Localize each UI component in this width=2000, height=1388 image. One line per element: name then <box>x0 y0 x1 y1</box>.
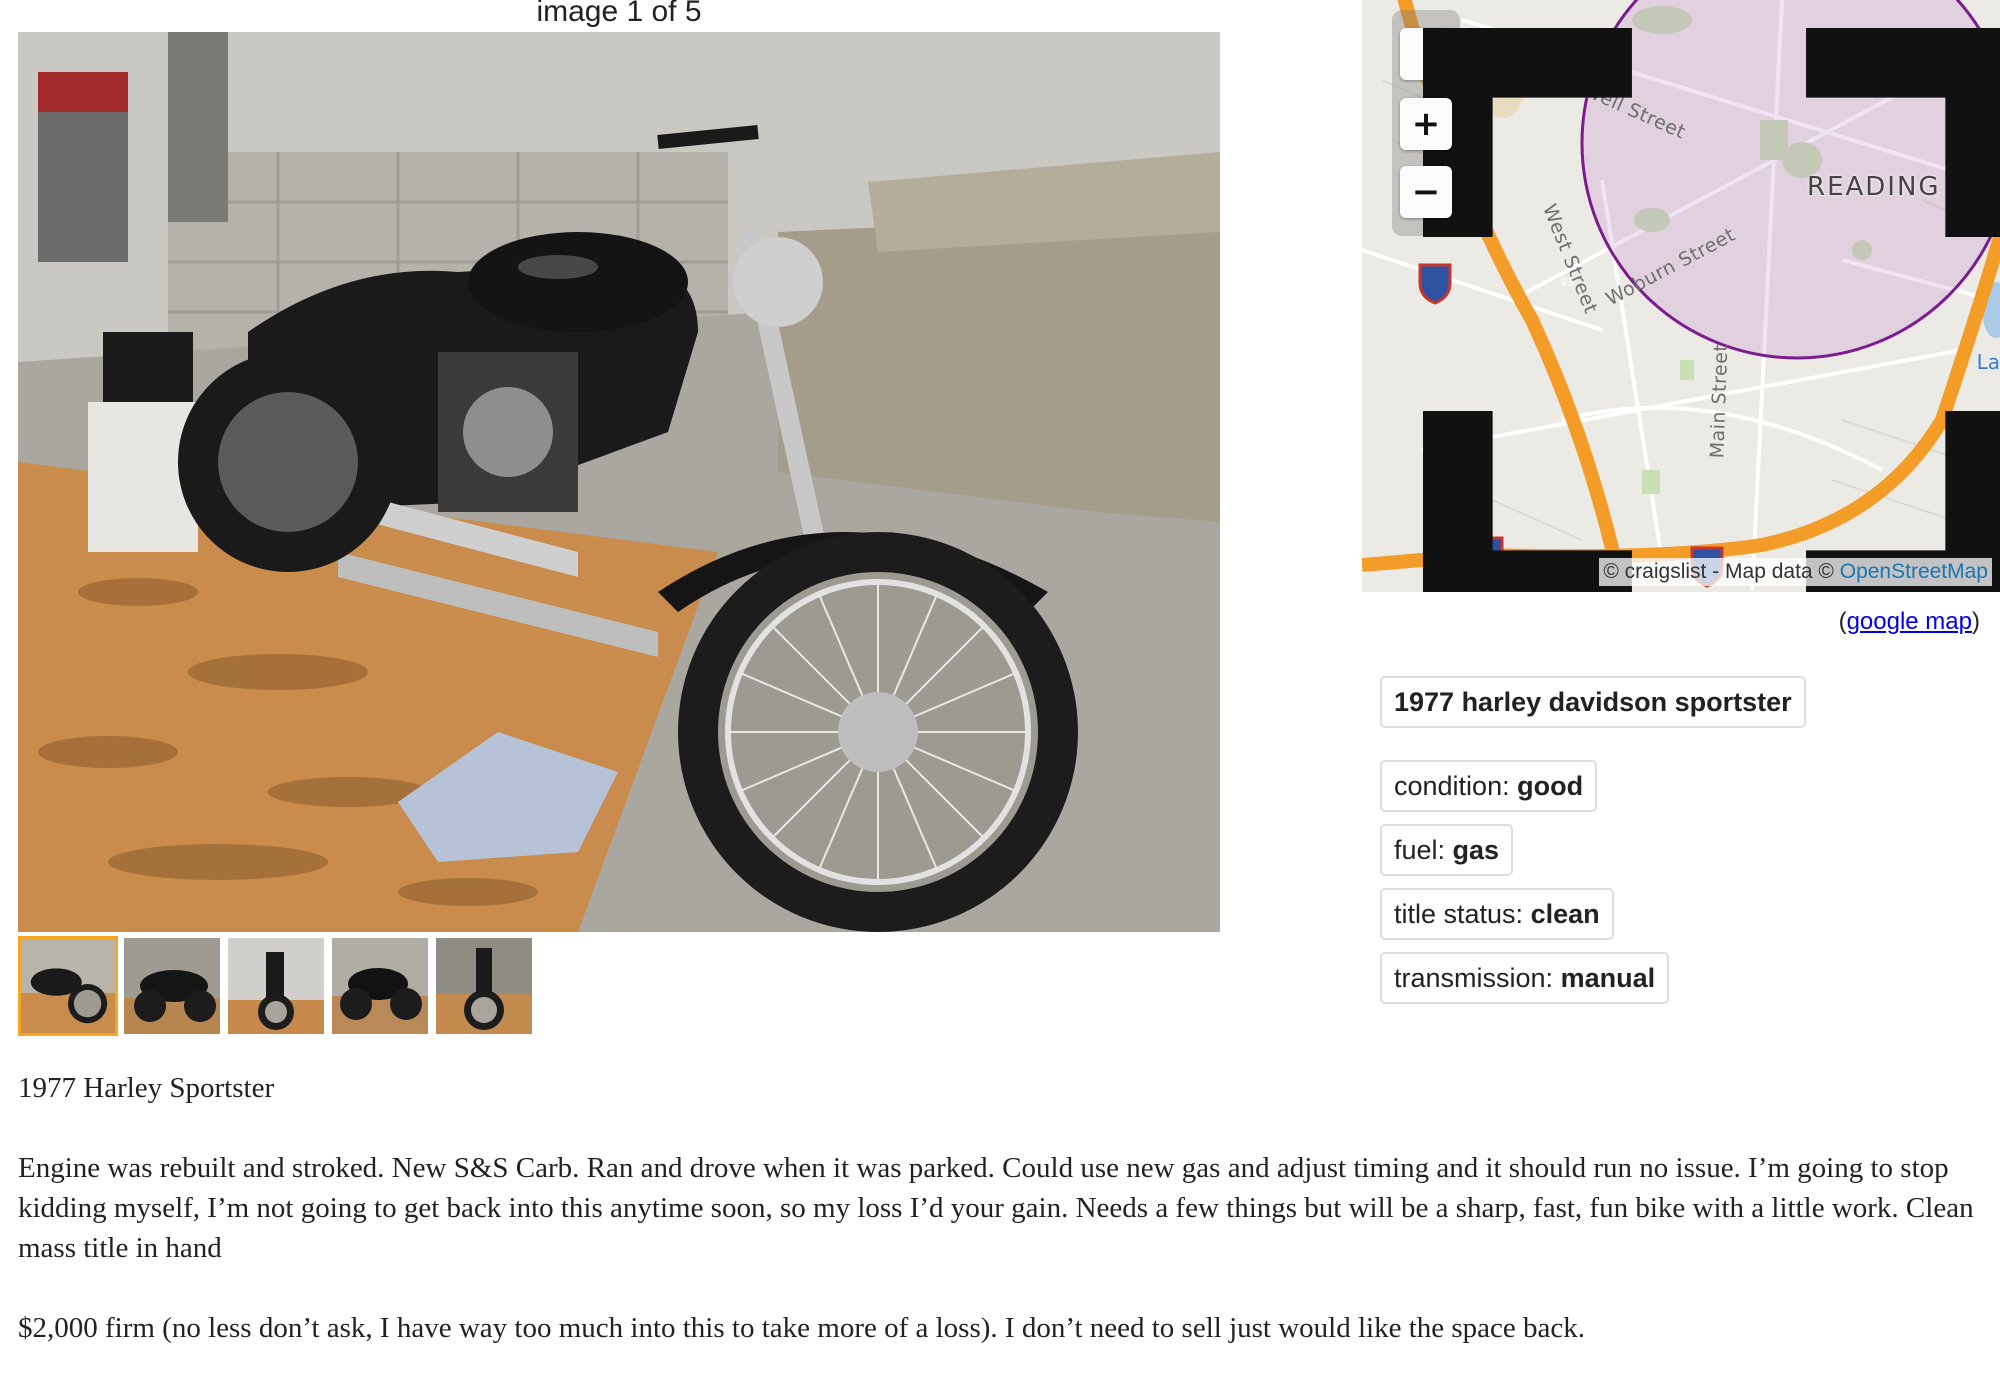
thumbnail-3[interactable] <box>226 936 326 1036</box>
thumbnail-1[interactable] <box>18 936 118 1036</box>
motorcycle-photo <box>18 32 1220 932</box>
posting-heading: 1977 Harley Sportster <box>18 1072 275 1104</box>
google-map-link[interactable]: google map <box>1847 608 1972 635</box>
main-listing-photo[interactable] <box>18 32 1220 932</box>
listing-title-attribute: 1977 harley davidson sportster <box>1380 676 1806 728</box>
zoom-in-button[interactable]: + <box>1400 98 1452 150</box>
fuel-attribute: fuel: gas <box>1380 824 1514 876</box>
thumbnail-2[interactable] <box>122 936 222 1036</box>
posting-body: 1977 Harley Sportster Engine was rebuilt… <box>18 1068 1978 1388</box>
google-map-link-wrapper: (google map) <box>1838 608 1980 635</box>
openstreetmap-link[interactable]: OpenStreetMap <box>1840 560 1988 583</box>
thumbnail-5[interactable] <box>434 936 534 1036</box>
location-map[interactable]: 93 95 95 Lowell Street Woburn Street Wes… <box>1362 0 2000 592</box>
transmission-attribute: transmission: manual <box>1380 952 1670 1004</box>
minus-icon: − <box>1411 172 1441 212</box>
map-controls: + − <box>1392 10 2000 592</box>
condition-attribute: condition: good <box>1380 760 1598 812</box>
fullscreen-icon <box>1423 28 2000 592</box>
thumbnail-strip <box>18 936 534 1036</box>
posting-paragraph-2: $2,000 firm (no less don’t ask, I have w… <box>18 1312 1586 1344</box>
title-status-attribute: title status: clean <box>1380 888 1614 940</box>
thumbnail-4[interactable] <box>330 936 430 1036</box>
plus-icon: + <box>1411 104 1441 144</box>
fullscreen-button[interactable] <box>1400 28 2000 592</box>
image-counter: image 1 of 5 <box>536 0 702 28</box>
zoom-out-button[interactable]: − <box>1400 166 1452 218</box>
map-attribution: © craigslist - Map data © OpenStreetMap <box>1599 558 1992 586</box>
posting-paragraph-1: Engine was rebuilt and stroked. New S&S … <box>18 1152 1974 1264</box>
